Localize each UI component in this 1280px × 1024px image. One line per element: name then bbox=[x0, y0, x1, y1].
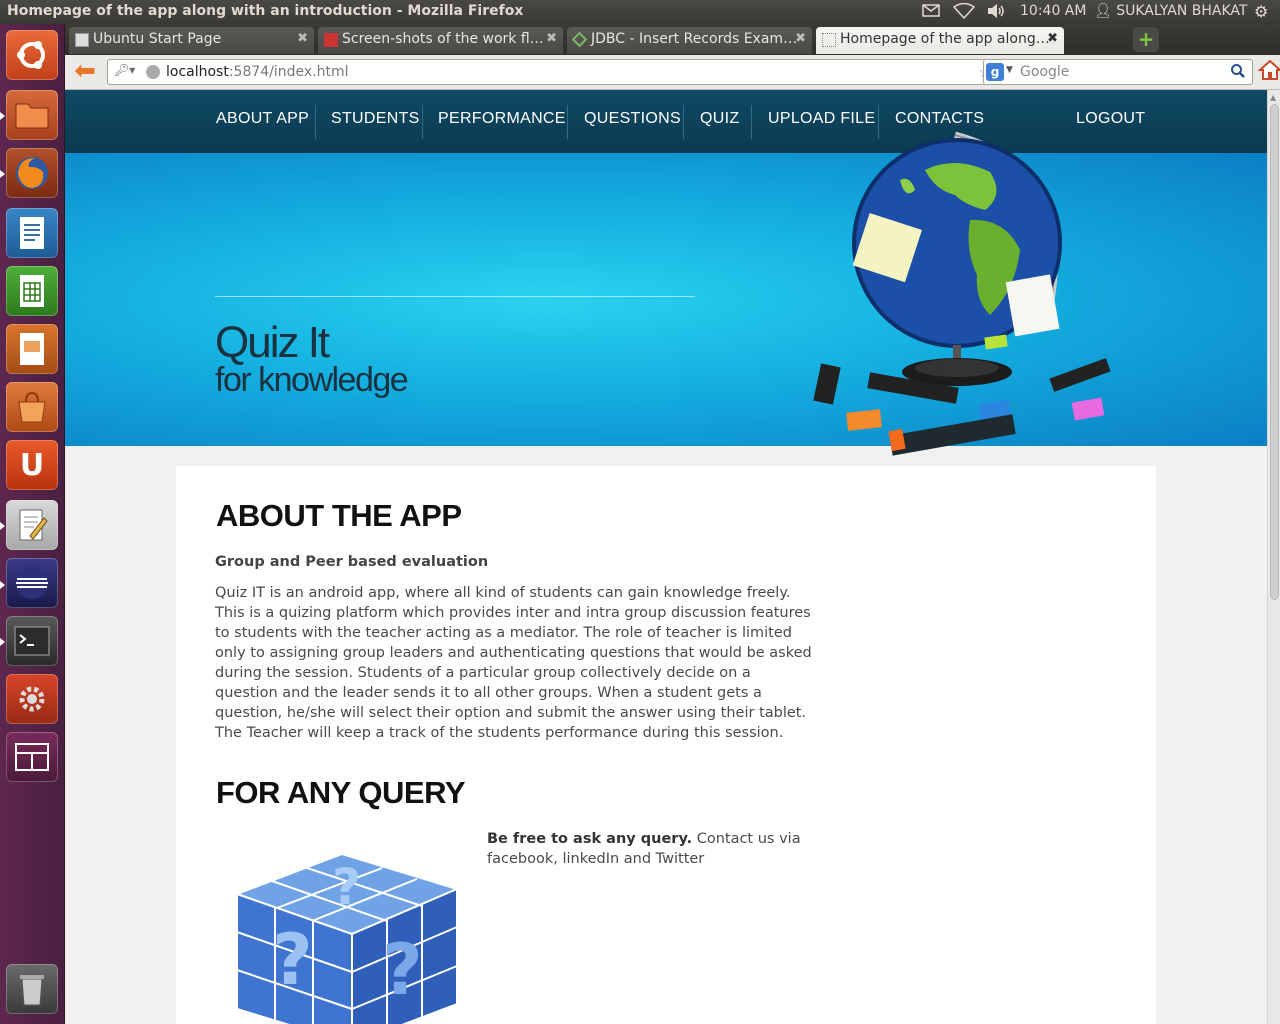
nav-students[interactable]: STUDENTS bbox=[331, 110, 420, 128]
firefox-icon[interactable] bbox=[6, 148, 58, 198]
nav-divider bbox=[422, 105, 423, 139]
url-text[interactable]: localhost:5874/index.html bbox=[166, 64, 349, 80]
svg-text:?: ? bbox=[332, 858, 361, 916]
navigation-bar: ⬅ 🔑︎▾ localhost:5874/index.html ☆ ▼ ↻ g … bbox=[65, 55, 1280, 90]
tab-ubuntu-start[interactable]: Ubuntu Start Page ✖ bbox=[69, 27, 314, 54]
google-icon[interactable]: g bbox=[986, 63, 1004, 81]
trash-icon[interactable] bbox=[6, 964, 58, 1014]
scroll-up-icon[interactable]: ▲ bbox=[1270, 93, 1276, 102]
nav-divider bbox=[315, 105, 316, 139]
tab-screenshots[interactable]: Screen-shots of the work fl… ✖ bbox=[318, 27, 563, 54]
tab-label: Screen-shots of the work fl… bbox=[342, 31, 544, 47]
software-center-icon[interactable] bbox=[6, 382, 58, 432]
nav-divider bbox=[683, 105, 684, 139]
running-indicator bbox=[0, 112, 5, 120]
user-name: SUKALYAN BHAKAT bbox=[1116, 3, 1248, 19]
nav-divider bbox=[751, 105, 752, 139]
diamond-icon bbox=[571, 31, 588, 48]
page-icon bbox=[75, 33, 89, 47]
running-indicator bbox=[0, 522, 5, 530]
content-card: ABOUT THE APP Group and Peer based evalu… bbox=[176, 466, 1156, 1024]
svg-text:?: ? bbox=[382, 929, 423, 1011]
vertical-scrollbar[interactable]: ▲ bbox=[1267, 90, 1280, 1024]
running-indicator bbox=[0, 638, 5, 646]
impress-icon[interactable] bbox=[6, 324, 58, 374]
tab-jdbc[interactable]: JDBC - Insert Records Exam… ✖ bbox=[567, 27, 812, 54]
tab-homepage[interactable]: Homepage of the app along… ✖ bbox=[816, 27, 1064, 54]
page-icon bbox=[822, 33, 836, 47]
close-icon[interactable]: ✖ bbox=[1047, 31, 1058, 46]
scroll-thumb[interactable] bbox=[1270, 104, 1279, 600]
text-editor-icon[interactable] bbox=[6, 500, 58, 550]
terminal-icon[interactable] bbox=[6, 616, 58, 666]
dropdown-arrow-icon[interactable]: ▼ bbox=[1006, 65, 1013, 75]
nav-divider bbox=[567, 105, 568, 139]
site-identity-icon[interactable]: 🔑︎▾ bbox=[114, 63, 148, 81]
top-panel: Homepage of the app along with an introd… bbox=[0, 0, 1280, 24]
wifi-icon[interactable] bbox=[952, 2, 976, 21]
nav-performance[interactable]: PERFORMANCE bbox=[438, 110, 566, 128]
home-button[interactable] bbox=[1257, 58, 1280, 86]
search-placeholder[interactable]: Google bbox=[1020, 64, 1069, 80]
close-icon[interactable]: ✖ bbox=[795, 31, 806, 46]
files-icon[interactable] bbox=[6, 90, 58, 140]
tab-label: JDBC - Insert Records Exam… bbox=[591, 31, 798, 47]
globe-illustration bbox=[813, 131, 1111, 456]
about-subheading: Group and Peer based evaluation bbox=[215, 554, 489, 570]
nav-quiz[interactable]: QUIZ bbox=[700, 110, 739, 128]
svg-text:?: ? bbox=[272, 919, 313, 1001]
running-indicator bbox=[0, 170, 5, 178]
window-title: Homepage of the app along with an introd… bbox=[7, 3, 524, 19]
nav-about-app[interactable]: ABOUT APP bbox=[216, 110, 309, 128]
volume-icon[interactable] bbox=[986, 3, 1006, 21]
hero-divider bbox=[215, 296, 695, 297]
new-tab-button[interactable]: + bbox=[1133, 27, 1159, 52]
writer-icon[interactable] bbox=[6, 208, 58, 258]
ubuntu-one-icon[interactable]: U bbox=[6, 440, 58, 490]
close-icon[interactable]: ✖ bbox=[546, 31, 557, 46]
calc-icon[interactable] bbox=[6, 266, 58, 316]
globe-icon bbox=[146, 65, 160, 79]
user-icon: 👤︎ bbox=[1094, 3, 1117, 19]
about-body: Quiz IT is an android app, where all kin… bbox=[215, 585, 812, 741]
user-menu[interactable]: 👤︎ SUKALYAN BHAKAT bbox=[1094, 3, 1247, 21]
launcher: U bbox=[0, 24, 65, 1024]
running-indicator bbox=[0, 581, 5, 589]
close-icon[interactable]: ✖ bbox=[297, 31, 308, 46]
gear-icon[interactable]: ⚙ bbox=[1254, 2, 1272, 21]
search-bar[interactable]: g ▼ Google bbox=[983, 59, 1253, 85]
tab-label: Homepage of the app along… bbox=[840, 31, 1050, 47]
system-settings-icon[interactable] bbox=[6, 674, 58, 724]
mail-icon[interactable] bbox=[922, 3, 940, 21]
search-icon[interactable] bbox=[1230, 63, 1248, 81]
workspace-switcher-icon[interactable] bbox=[6, 732, 58, 782]
hero-subtitle: for knowledge bbox=[215, 361, 409, 399]
nav-questions[interactable]: QUESTIONS bbox=[584, 110, 681, 128]
question-cube-illustration: ? ? ? bbox=[234, 852, 460, 1024]
tab-bar: Ubuntu Start Page ✖ Screen-shots of the … bbox=[65, 24, 1280, 55]
back-button[interactable]: ⬅ bbox=[69, 57, 101, 87]
clock[interactable]: 10:40 AM bbox=[1020, 3, 1086, 21]
query-heading: FOR ANY QUERY bbox=[216, 775, 466, 810]
query-text: Be free to ask any query. Contact us via… bbox=[487, 829, 827, 869]
tab-label: Ubuntu Start Page bbox=[93, 31, 222, 47]
ubuntu-logo-icon[interactable] bbox=[6, 30, 58, 80]
gmail-icon bbox=[324, 33, 338, 47]
url-bar[interactable]: 🔑︎▾ localhost:5874/index.html ☆ ▼ ↻ bbox=[107, 59, 1035, 85]
eclipse-icon[interactable] bbox=[6, 558, 58, 608]
query-text-bold: Be free to ask any query. bbox=[487, 831, 693, 847]
web-page: ABOUT APP STUDENTS PERFORMANCE QUESTIONS… bbox=[65, 90, 1267, 1024]
about-heading: ABOUT THE APP bbox=[216, 498, 462, 533]
